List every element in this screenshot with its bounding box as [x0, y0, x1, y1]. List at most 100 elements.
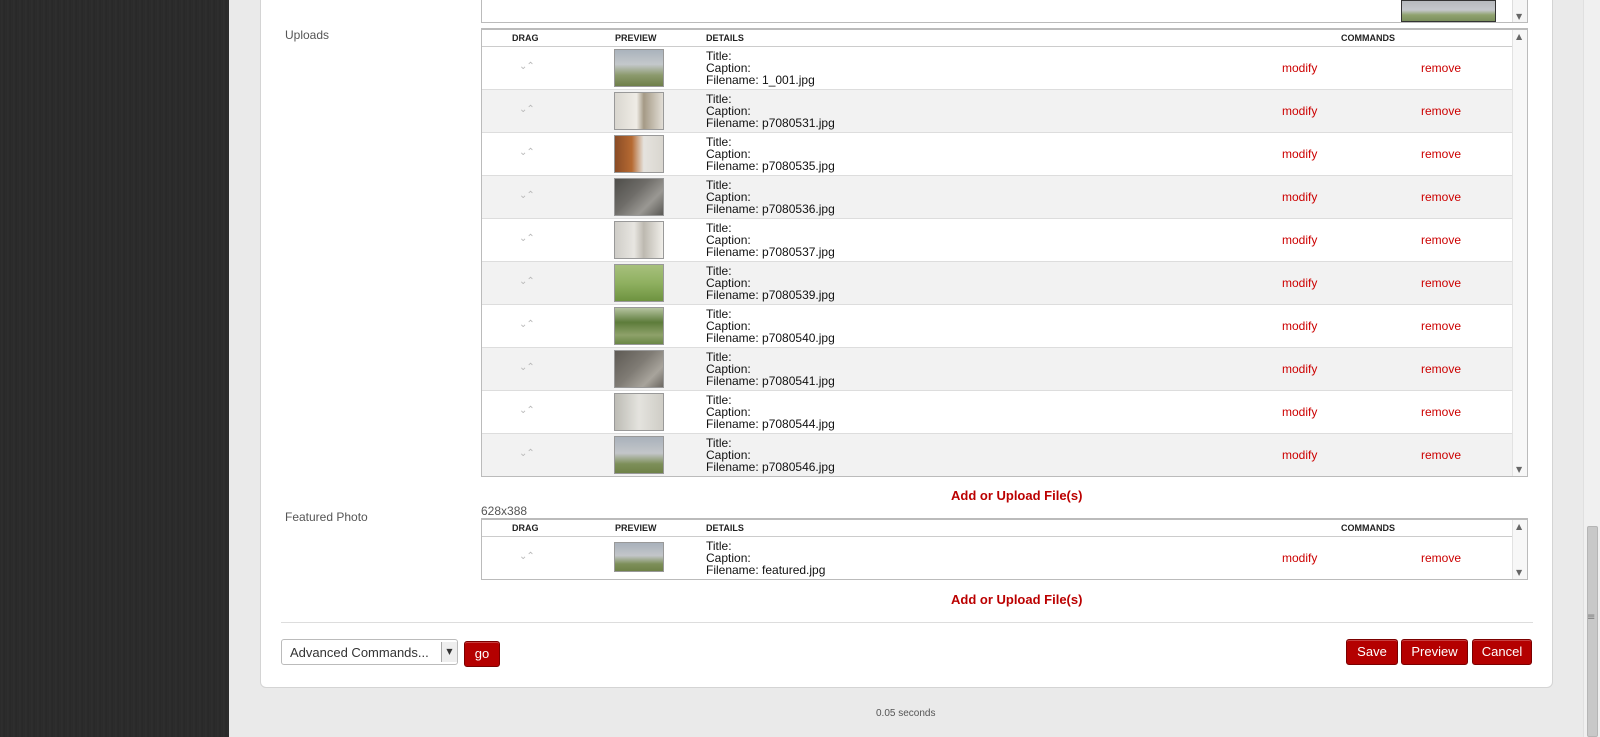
upload-row: ⌄⌃ Title: Caption: Filename: 1_001.jpg modif…	[482, 47, 1527, 90]
upload-details: Title: Caption: Filename: p7080531.jpg	[706, 93, 835, 129]
remove-link[interactable]: remove	[1421, 190, 1461, 204]
detail-filename: Filename: p7080541.jpg	[706, 374, 835, 388]
drag-arrows-icon[interactable]: ⌄⌃	[519, 147, 535, 158]
header-drag: DRAG	[512, 523, 539, 533]
remove-link[interactable]: remove	[1421, 233, 1461, 247]
upload-details: Title: Caption: Filename: p7080537.jpg	[706, 222, 835, 258]
remove-link[interactable]: remove	[1421, 61, 1461, 75]
upload-details: Title: Caption: Filename: p7080535.jpg	[706, 136, 835, 172]
drag-arrows-icon[interactable]: ⌄⌃	[519, 276, 535, 287]
preview-button[interactable]: Preview	[1401, 639, 1468, 665]
upload-thumbnail[interactable]	[614, 92, 664, 130]
remove-link[interactable]: remove	[1421, 551, 1461, 565]
upload-row: ⌄⌃ Title: Caption: Filename: p7080540.jpg mo…	[482, 305, 1527, 348]
modify-link[interactable]: modify	[1282, 104, 1317, 118]
modify-link[interactable]: modify	[1282, 319, 1317, 333]
modify-link[interactable]: modify	[1282, 276, 1317, 290]
remove-link[interactable]: remove	[1421, 319, 1461, 333]
upload-thumbnail[interactable]	[614, 393, 664, 431]
dropdown-arrow-icon[interactable]: ▼	[441, 642, 457, 662]
detail-filename: Filename: p7080531.jpg	[706, 116, 835, 130]
header-preview: PREVIEW	[615, 523, 657, 533]
scroll-up-icon[interactable]: ▲	[1516, 32, 1522, 41]
drag-arrows-icon[interactable]: ⌄⌃	[519, 405, 535, 416]
remove-link[interactable]: remove	[1421, 448, 1461, 462]
detail-filename: Filename: featured.jpg	[706, 563, 826, 577]
scroll-down-icon[interactable]: ▼	[1516, 465, 1522, 474]
header-commands: COMMANDS	[1341, 33, 1395, 43]
remove-link[interactable]: remove	[1421, 362, 1461, 376]
page-scrollbar[interactable]: ≡	[1583, 0, 1600, 737]
detail-filename: Filename: p7080537.jpg	[706, 245, 835, 259]
upload-row: ⌄⌃ Title: Caption: Filename: p7080537.jpg mo…	[482, 219, 1527, 262]
featured-add-link[interactable]: Add or Upload File(s)	[951, 592, 1082, 607]
scroll-down-icon[interactable]: ▼	[1516, 568, 1522, 577]
modify-link[interactable]: modify	[1282, 61, 1317, 75]
modify-link[interactable]: modify	[1282, 551, 1317, 565]
modify-link[interactable]: modify	[1282, 190, 1317, 204]
uploads-scrollbar[interactable]: ▲ ▼	[1512, 30, 1527, 476]
detail-filename: Filename: p7080539.jpg	[706, 288, 835, 302]
page-scrollbar-thumb[interactable]	[1587, 526, 1598, 737]
featured-dimensions: 628x388	[481, 504, 528, 518]
upload-thumbnail[interactable]	[614, 264, 664, 302]
upload-details: Title: Caption: Filename: p7080544.jpg	[706, 394, 835, 430]
header-details: DETAILS	[706, 33, 744, 43]
upload-row: ⌄⌃ Title: Caption: Filename: p7080546.jpg mo…	[482, 434, 1527, 476]
remove-link[interactable]: remove	[1421, 276, 1461, 290]
featured-scrollbar[interactable]: ▲ ▼	[1512, 520, 1527, 579]
upload-thumbnail[interactable]	[614, 49, 664, 87]
go-button[interactable]: go	[464, 641, 500, 667]
featured-row: ⌄⌃ Title: Caption: Filename: featured.jp…	[482, 537, 1527, 579]
featured-photo-label: Featured Photo	[285, 510, 368, 524]
upload-row: ⌄⌃ Title: Caption: Filename: p7080536.jpg mo…	[482, 176, 1527, 219]
drag-arrows-icon[interactable]: ⌄⌃	[519, 319, 535, 330]
uploads-add-link[interactable]: Add or Upload File(s)	[951, 488, 1082, 503]
previous-gallery-scrollbar[interactable]: ▼	[1512, 0, 1527, 22]
drag-arrows-icon[interactable]: ⌄⌃	[519, 61, 535, 72]
upload-thumbnail[interactable]	[614, 178, 664, 216]
cancel-button[interactable]: Cancel	[1472, 639, 1532, 665]
scroll-up-icon[interactable]: ▲	[1516, 522, 1522, 531]
featured-grid: DRAG PREVIEW DETAILS COMMANDS ⌄⌃ Title: …	[481, 518, 1528, 580]
drag-arrows-icon[interactable]: ⌄⌃	[519, 448, 535, 459]
drag-arrows-icon[interactable]: ⌄⌃	[519, 362, 535, 373]
left-dark-sidebar	[0, 0, 229, 737]
drag-arrows-icon[interactable]: ⌄⌃	[519, 190, 535, 201]
scroll-down-icon[interactable]: ▼	[1516, 12, 1522, 21]
header-details: DETAILS	[706, 523, 744, 533]
upload-thumbnail[interactable]	[614, 135, 664, 173]
drag-arrows-icon[interactable]: ⌄⌃	[519, 104, 535, 115]
modify-link[interactable]: modify	[1282, 147, 1317, 161]
upload-thumbnail[interactable]	[614, 221, 664, 259]
detail-filename: Filename: p7080535.jpg	[706, 159, 835, 173]
modify-link[interactable]: modify	[1282, 448, 1317, 462]
drag-arrows-icon[interactable]: ⌄⌃	[519, 551, 535, 562]
upload-thumbnail[interactable]	[614, 436, 664, 474]
detail-filename: Filename: 1_001.jpg	[706, 73, 815, 87]
remove-link[interactable]: remove	[1421, 405, 1461, 419]
upload-details: Title: Caption: Filename: p7080546.jpg	[706, 437, 835, 473]
advanced-commands-select[interactable]: Advanced Commands... ▼	[281, 639, 458, 665]
upload-details: Title: Caption: Filename: p7080541.jpg	[706, 351, 835, 387]
drag-arrows-icon[interactable]: ⌄⌃	[519, 233, 535, 244]
upload-details: Title: Caption: Filename: p7080536.jpg	[706, 179, 835, 215]
remove-link[interactable]: remove	[1421, 147, 1461, 161]
upload-thumbnail[interactable]	[614, 307, 664, 345]
detail-filename: Filename: p7080536.jpg	[706, 202, 835, 216]
featured-thumbnail[interactable]	[614, 542, 664, 572]
featured-details: Title: Caption: Filename: featured.jpg	[706, 540, 825, 576]
upload-row: ⌄⌃ Title: Caption: Filename: p7080539.jpg mo…	[482, 262, 1527, 305]
grip-icon: ≡	[1587, 612, 1596, 623]
modify-link[interactable]: modify	[1282, 233, 1317, 247]
upload-thumbnail[interactable]	[614, 350, 664, 388]
remove-link[interactable]: remove	[1421, 104, 1461, 118]
upload-row: ⌄⌃ Title: Caption: Filename: p7080531.jpg mo…	[482, 90, 1527, 133]
modify-link[interactable]: modify	[1282, 405, 1317, 419]
modify-link[interactable]: modify	[1282, 362, 1317, 376]
previous-gallery-thumbnail[interactable]	[1401, 0, 1496, 22]
divider	[281, 622, 1533, 623]
save-button[interactable]: Save	[1346, 639, 1398, 665]
detail-filename: Filename: p7080540.jpg	[706, 331, 835, 345]
detail-filename: Filename: p7080544.jpg	[706, 417, 835, 431]
